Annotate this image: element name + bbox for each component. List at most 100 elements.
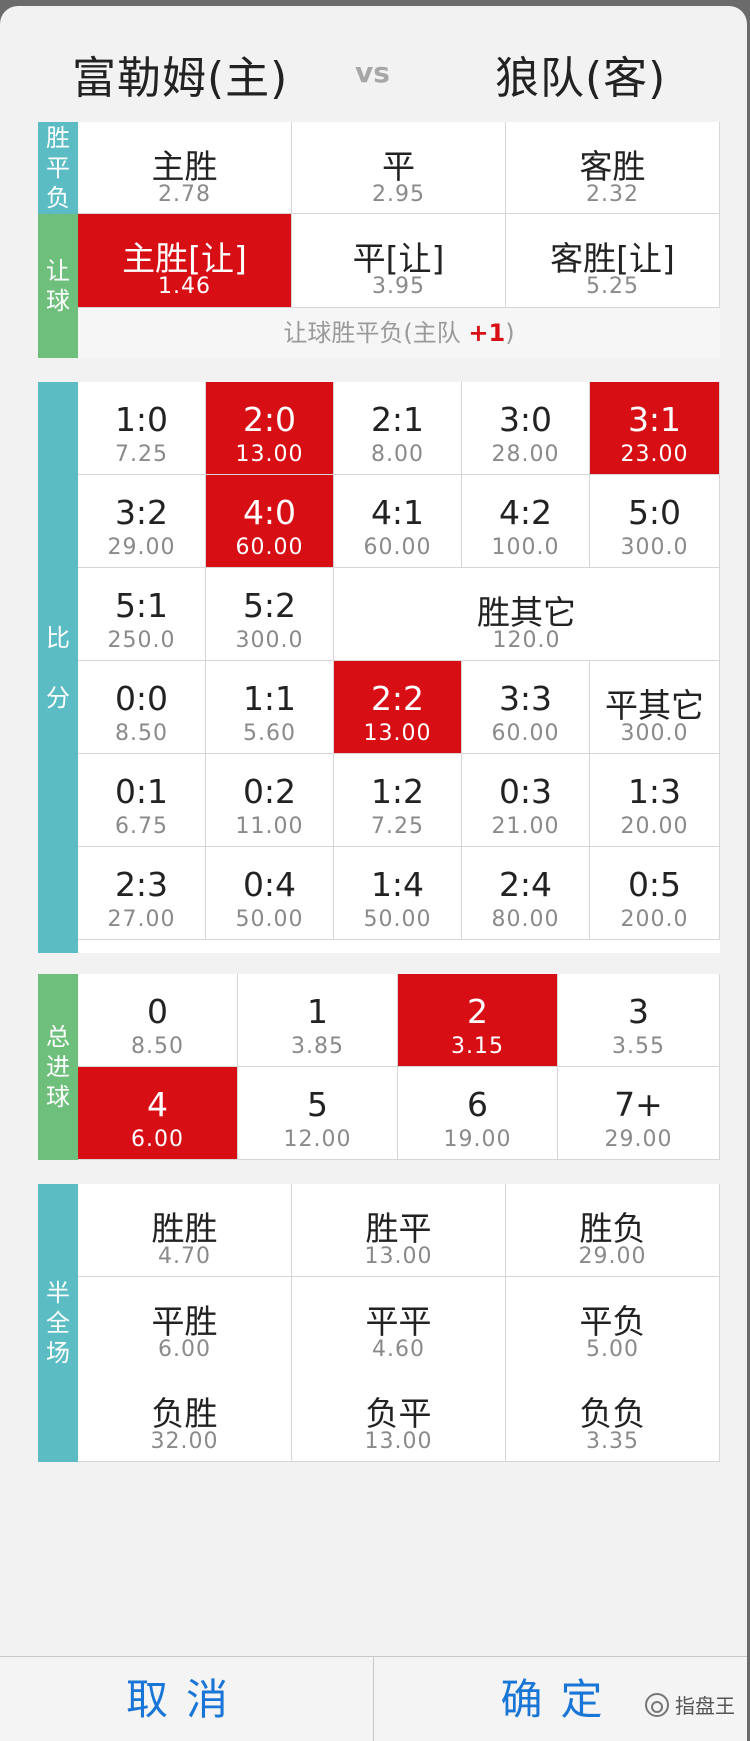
option-label: 客胜[让] xyxy=(550,239,675,278)
option-odds: 5.60 xyxy=(243,721,296,746)
option-odds: 13.00 xyxy=(363,721,432,746)
option-odds: 2.32 xyxy=(586,182,639,207)
score-option[interactable]: 0:4 50.00 xyxy=(206,847,334,940)
score-option[interactable]: 2:0 13.00 xyxy=(206,382,334,475)
vs-label: vs xyxy=(355,56,390,89)
handicap-option[interactable]: 客胜[让] 5.25 xyxy=(506,214,720,308)
total-goals-option[interactable]: 4 6.00 xyxy=(78,1067,238,1160)
option-odds: 21.00 xyxy=(491,814,560,839)
option-label: 5:2 xyxy=(242,586,297,625)
score-option[interactable]: 1:4 50.00 xyxy=(334,847,462,940)
option-odds: 3.15 xyxy=(451,1034,504,1059)
score-option[interactable]: 3:3 60.00 xyxy=(462,661,590,754)
watermark: 指盘王 xyxy=(645,1690,735,1719)
score-option[interactable]: 2:2 13.00 xyxy=(334,661,462,754)
spf-option[interactable]: 主胜 2.78 xyxy=(78,122,292,214)
total-goals-option[interactable]: 0 8.50 xyxy=(78,974,238,1067)
option-label: 胜负 xyxy=(579,1209,646,1248)
option-odds: 19.00 xyxy=(443,1127,512,1152)
score-option[interactable]: 胜其它 120.0 xyxy=(334,568,720,661)
score-option[interactable]: 3:1 23.00 xyxy=(590,382,720,475)
score-option[interactable]: 5:0 300.0 xyxy=(590,475,720,568)
score-option[interactable]: 3:0 28.00 xyxy=(462,382,590,475)
option-label: 0:1 xyxy=(114,772,169,811)
option-label: 0:4 xyxy=(242,865,297,904)
option-odds: 200.0 xyxy=(620,907,689,932)
total-goals-option[interactable]: 3 3.55 xyxy=(558,974,720,1067)
score-option[interactable]: 4:0 60.00 xyxy=(206,475,334,568)
score-option[interactable]: 5:1 250.0 xyxy=(78,568,206,661)
section-total-goals: 总 进 球 0 8.50 1 3.85 2 3.15 3 3.55 4 6.00 5 12.00 6 19… xyxy=(38,974,720,1160)
score-option[interactable]: 0:2 11.00 xyxy=(206,754,334,847)
score-option[interactable]: 0:1 6.75 xyxy=(78,754,206,847)
option-label: 负负 xyxy=(579,1394,646,1433)
score-option[interactable]: 0:0 8.50 xyxy=(78,661,206,754)
score-option[interactable]: 2:4 80.00 xyxy=(462,847,590,940)
option-odds: 3.85 xyxy=(291,1034,344,1059)
score-option[interactable]: 0:3 21.00 xyxy=(462,754,590,847)
half-full-option[interactable]: 平平 4.60 xyxy=(292,1277,506,1370)
option-odds: 3.35 xyxy=(586,1429,639,1454)
option-label: 平其它 xyxy=(605,686,704,725)
total-goals-option[interactable]: 6 19.00 xyxy=(398,1067,558,1160)
handicap-option[interactable]: 主胜[让] 1.46 xyxy=(78,214,292,308)
cancel-button[interactable]: 取消 xyxy=(0,1657,372,1741)
total-goals-option[interactable]: 7+ 29.00 xyxy=(558,1067,720,1160)
half-full-option[interactable]: 胜负 29.00 xyxy=(506,1184,720,1277)
option-odds: 60.00 xyxy=(363,535,432,560)
half-full-option[interactable]: 平负 5.00 xyxy=(506,1277,720,1370)
option-label: 4:2 xyxy=(498,493,553,532)
option-odds: 32.00 xyxy=(150,1429,219,1454)
option-odds: 8.50 xyxy=(115,721,168,746)
handicap-value: +1 xyxy=(468,319,506,347)
total-goals-option[interactable]: 1 3.85 xyxy=(238,974,398,1067)
option-odds: 100.0 xyxy=(491,535,560,560)
score-option[interactable]: 1:0 7.25 xyxy=(78,382,206,475)
spf-option[interactable]: 客胜 2.32 xyxy=(506,122,720,214)
option-label: 2:2 xyxy=(370,679,425,718)
half-full-option[interactable]: 平胜 6.00 xyxy=(78,1277,292,1370)
score-option[interactable]: 1:2 7.25 xyxy=(334,754,462,847)
bet-selection-sheet: 富勒姆(主) vs 狼队(客) 胜 平 负 让 球 主胜 2.78 平 2.95 客胜 2… xyxy=(0,6,747,1741)
option-label: 3:2 xyxy=(114,493,169,532)
option-odds: 2.95 xyxy=(372,182,425,207)
option-label: 5:0 xyxy=(627,493,682,532)
option-odds: 6.75 xyxy=(115,814,168,839)
spf-option[interactable]: 平 2.95 xyxy=(292,122,506,214)
score-option[interactable]: 2:1 8.00 xyxy=(334,382,462,475)
total-goals-option[interactable]: 2 3.15 xyxy=(398,974,558,1067)
half-full-option[interactable]: 负胜 32.00 xyxy=(78,1369,292,1462)
option-odds: 2.78 xyxy=(158,182,211,207)
score-option[interactable]: 0:5 200.0 xyxy=(590,847,720,940)
option-odds: 28.00 xyxy=(491,442,560,467)
score-option[interactable]: 2:3 27.00 xyxy=(78,847,206,940)
option-label: 6 xyxy=(467,1085,488,1124)
score-option[interactable]: 4:2 100.0 xyxy=(462,475,590,568)
option-odds: 27.00 xyxy=(107,907,176,932)
handicap-option[interactable]: 平[让] 3.95 xyxy=(292,214,506,308)
score-option[interactable]: 平其它 300.0 xyxy=(590,661,720,754)
option-label: 0:3 xyxy=(498,772,553,811)
option-label: 3 xyxy=(628,992,649,1031)
option-label: 1:4 xyxy=(370,865,425,904)
option-label: 负胜 xyxy=(151,1394,218,1433)
option-odds: 4.60 xyxy=(372,1337,425,1362)
option-odds: 29.00 xyxy=(604,1127,673,1152)
score-option[interactable]: 1:3 20.00 xyxy=(590,754,720,847)
score-option[interactable]: 3:2 29.00 xyxy=(78,475,206,568)
option-odds: 13.00 xyxy=(364,1429,433,1454)
option-label: 0:0 xyxy=(114,679,169,718)
total-goals-option[interactable]: 5 12.00 xyxy=(238,1067,398,1160)
score-option[interactable]: 5:2 300.0 xyxy=(206,568,334,661)
half-full-option[interactable]: 胜平 13.00 xyxy=(292,1184,506,1277)
option-odds: 6.00 xyxy=(131,1127,184,1152)
score-option[interactable]: 4:1 60.00 xyxy=(334,475,462,568)
option-label: 胜胜 xyxy=(151,1209,218,1248)
option-label: 平[让] xyxy=(352,239,445,278)
half-full-option[interactable]: 负负 3.35 xyxy=(506,1369,720,1462)
score-option[interactable]: 1:1 5.60 xyxy=(206,661,334,754)
option-label: 2:1 xyxy=(370,400,425,439)
half-full-option[interactable]: 胜胜 4.70 xyxy=(78,1184,292,1277)
half-full-option[interactable]: 负平 13.00 xyxy=(292,1369,506,1462)
option-odds: 20.00 xyxy=(620,814,689,839)
